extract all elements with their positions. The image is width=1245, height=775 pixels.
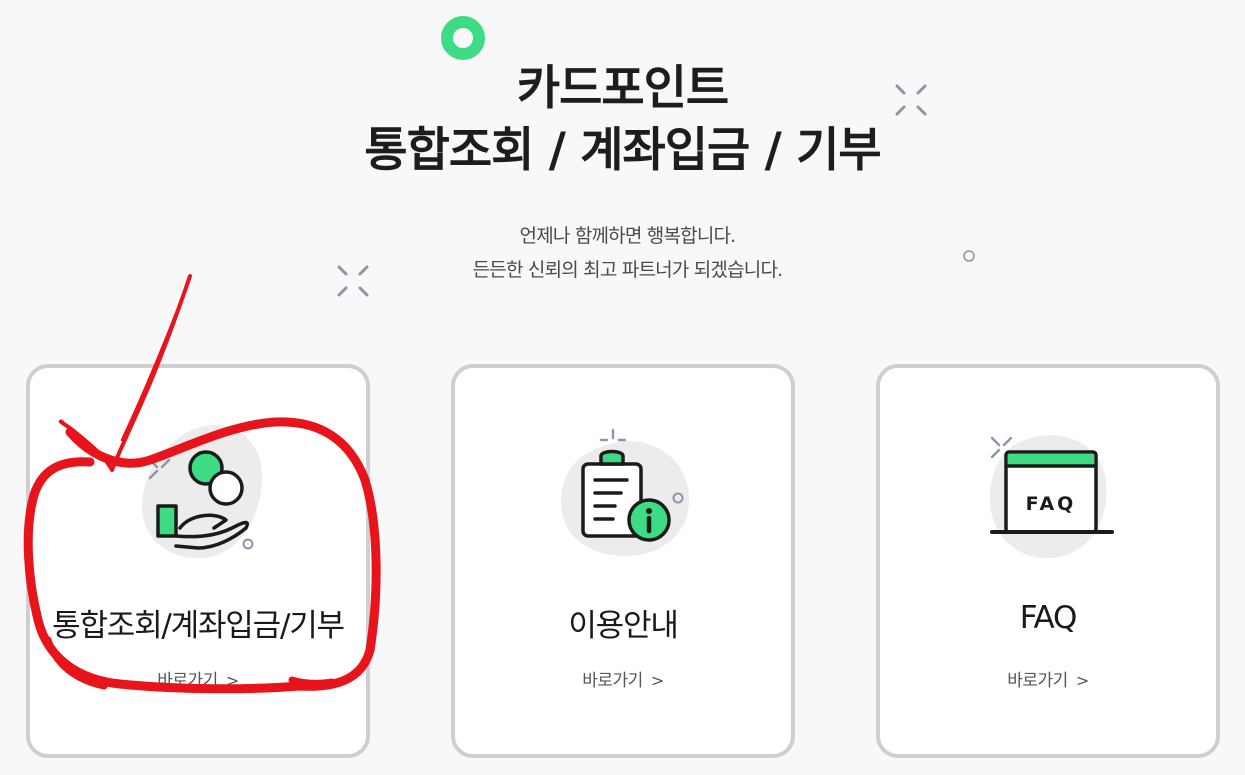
- card-integrated-inquiry[interactable]: 통합조회/계좌입금/기부 바로가기 >: [26, 364, 370, 758]
- card-title: 통합조회/계좌입금/기부: [52, 608, 345, 644]
- page-title-line1: 카드포인트: [516, 61, 729, 116]
- page-subtitle-line2: 든든한 신뢰의 최고 파트너가 되겠습니다.: [472, 259, 784, 281]
- chevron-right-icon: >: [650, 671, 664, 690]
- card-title: FAQ: [1019, 600, 1078, 636]
- page-title: 카드포인트 통합조회 / 계좌입금 / 기부: [0, 58, 1245, 182]
- card-title: 이용안내: [568, 608, 678, 644]
- hand-coins-icon: [142, 424, 262, 559]
- go-link[interactable]: 바로가기 >: [880, 666, 1216, 691]
- card-usage-guide[interactable]: 이용안내 바로가기 >: [451, 364, 795, 758]
- go-link[interactable]: 바로가기 >: [30, 666, 366, 691]
- green-ring-decoration: [441, 16, 485, 60]
- faq-screen-icon: FAQ: [989, 435, 1114, 558]
- go-link-label: 바로가기: [1007, 671, 1068, 691]
- clipboard-info-icon: [560, 428, 690, 556]
- go-link-label: 바로가기: [157, 671, 218, 691]
- chevron-right-icon: >: [225, 671, 239, 690]
- page-subtitle: 언제나 함께하면 행복합니다. 든든한 신뢰의 최고 파트너가 되겠습니다.: [0, 219, 1245, 287]
- go-link-label: 바로가기: [582, 671, 643, 691]
- card-faq[interactable]: FAQ FAQ 바로가기 >: [876, 364, 1220, 758]
- page-title-line2: 통합조회 / 계좌입금 / 기부: [364, 123, 881, 178]
- chevron-right-icon: >: [1075, 671, 1089, 690]
- go-link[interactable]: 바로가기 >: [455, 666, 791, 691]
- faq-icon-text: FAQ: [1026, 493, 1077, 515]
- page-subtitle-line1: 언제나 함께하면 행복합니다.: [519, 225, 737, 247]
